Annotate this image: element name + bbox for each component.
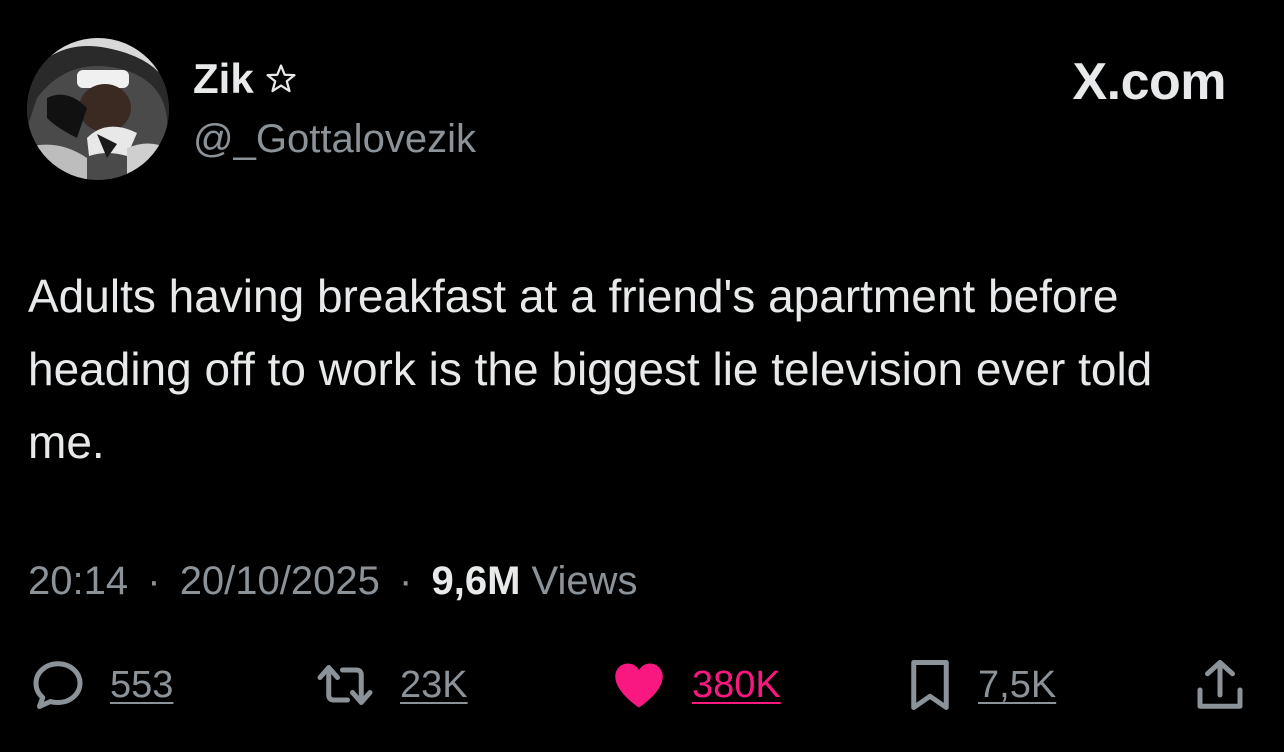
avatar-image (27, 38, 169, 180)
repost-icon (317, 665, 373, 705)
tweet-time[interactable]: 20:14 (28, 559, 128, 603)
bookmark-icon (911, 660, 949, 710)
author-handle[interactable]: @_Gottalovezik (193, 115, 476, 163)
views-count: 9,6M (431, 559, 521, 603)
meta-separator: · (399, 559, 413, 603)
repost-count: 23K (400, 663, 468, 706)
views-label: Views (531, 559, 638, 603)
like-button[interactable]: 380K (608, 650, 781, 720)
brand-label: X.com (1072, 53, 1226, 111)
like-count: 380K (692, 663, 781, 706)
bookmark-count: 7,5K (978, 663, 1057, 706)
repost-button[interactable]: 23K (312, 650, 468, 720)
reply-count: 553 (110, 663, 174, 706)
display-name-text: Zik (193, 55, 254, 102)
tweet-meta: 20:14 · 20/10/2025 · 9,6M Views (28, 555, 638, 607)
reply-icon (33, 661, 83, 709)
share-icon (1197, 660, 1243, 709)
heart-filled-icon (615, 663, 663, 708)
author-display-name[interactable]: Zik (193, 54, 298, 104)
tweet-text: Adults having breakfast at a friend's ap… (28, 270, 1153, 468)
action-bar: 553 23K 380K 7,5K (0, 650, 1284, 720)
meta-separator: · (147, 559, 161, 603)
avatar[interactable] (27, 38, 169, 180)
share-button[interactable] (1192, 650, 1248, 720)
tweet-date[interactable]: 20/10/2025 (180, 559, 380, 603)
bookmark-button[interactable]: 7,5K (904, 650, 1056, 720)
star-outline-icon (266, 64, 296, 93)
reply-button[interactable]: 553 (28, 650, 173, 720)
